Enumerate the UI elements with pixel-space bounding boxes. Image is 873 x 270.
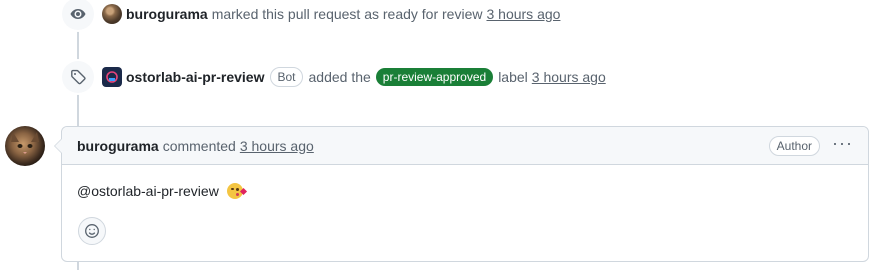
- timestamp-link[interactable]: 3 hours ago: [486, 6, 560, 22]
- actor-link[interactable]: burogurama: [126, 6, 208, 22]
- author-badge: Author: [768, 135, 821, 156]
- event-action: added the: [308, 69, 371, 85]
- comment-author-avatar[interactable]: [5, 126, 45, 166]
- comment-timestamp-link[interactable]: 3 hours ago: [240, 138, 314, 154]
- comment-box: burogurama commented 3 hours ago Author …: [54, 126, 869, 262]
- label-pr-review-approved[interactable]: pr-review-approved: [375, 68, 494, 86]
- comment-author-link[interactable]: burogurama: [77, 138, 159, 154]
- actor-link[interactable]: ostorlab-ai-pr-review: [126, 69, 264, 85]
- event-action: marked this pull request as ready for re…: [211, 6, 483, 22]
- add-reaction-button[interactable]: [78, 217, 106, 245]
- timestamp-link[interactable]: 3 hours ago: [532, 69, 606, 85]
- smiley-icon: [85, 224, 99, 238]
- comment-header: burogurama commented 3 hours ago Author …: [62, 127, 868, 165]
- kebab-menu-icon[interactable]: ···: [832, 134, 853, 154]
- bot-avatar[interactable]: [102, 67, 122, 87]
- comment-body: @ostorlab-ai-pr-review: [62, 165, 868, 199]
- comment-action: commented: [162, 137, 236, 154]
- event-action-suffix: label: [498, 69, 528, 85]
- timeline-event-ready-for-review: burogurama marked this pull request as r…: [62, 0, 560, 30]
- bot-badge: Bot: [270, 67, 303, 87]
- comment-body-text: @ostorlab-ai-pr-review: [77, 183, 219, 199]
- timeline-event-label-added: ostorlab-ai-pr-review Bot added the pr-r…: [62, 61, 606, 93]
- avatar[interactable]: [102, 4, 122, 24]
- kissing-heart-emoji: [226, 183, 247, 199]
- eye-icon: [62, 0, 94, 30]
- tag-icon: [62, 61, 94, 93]
